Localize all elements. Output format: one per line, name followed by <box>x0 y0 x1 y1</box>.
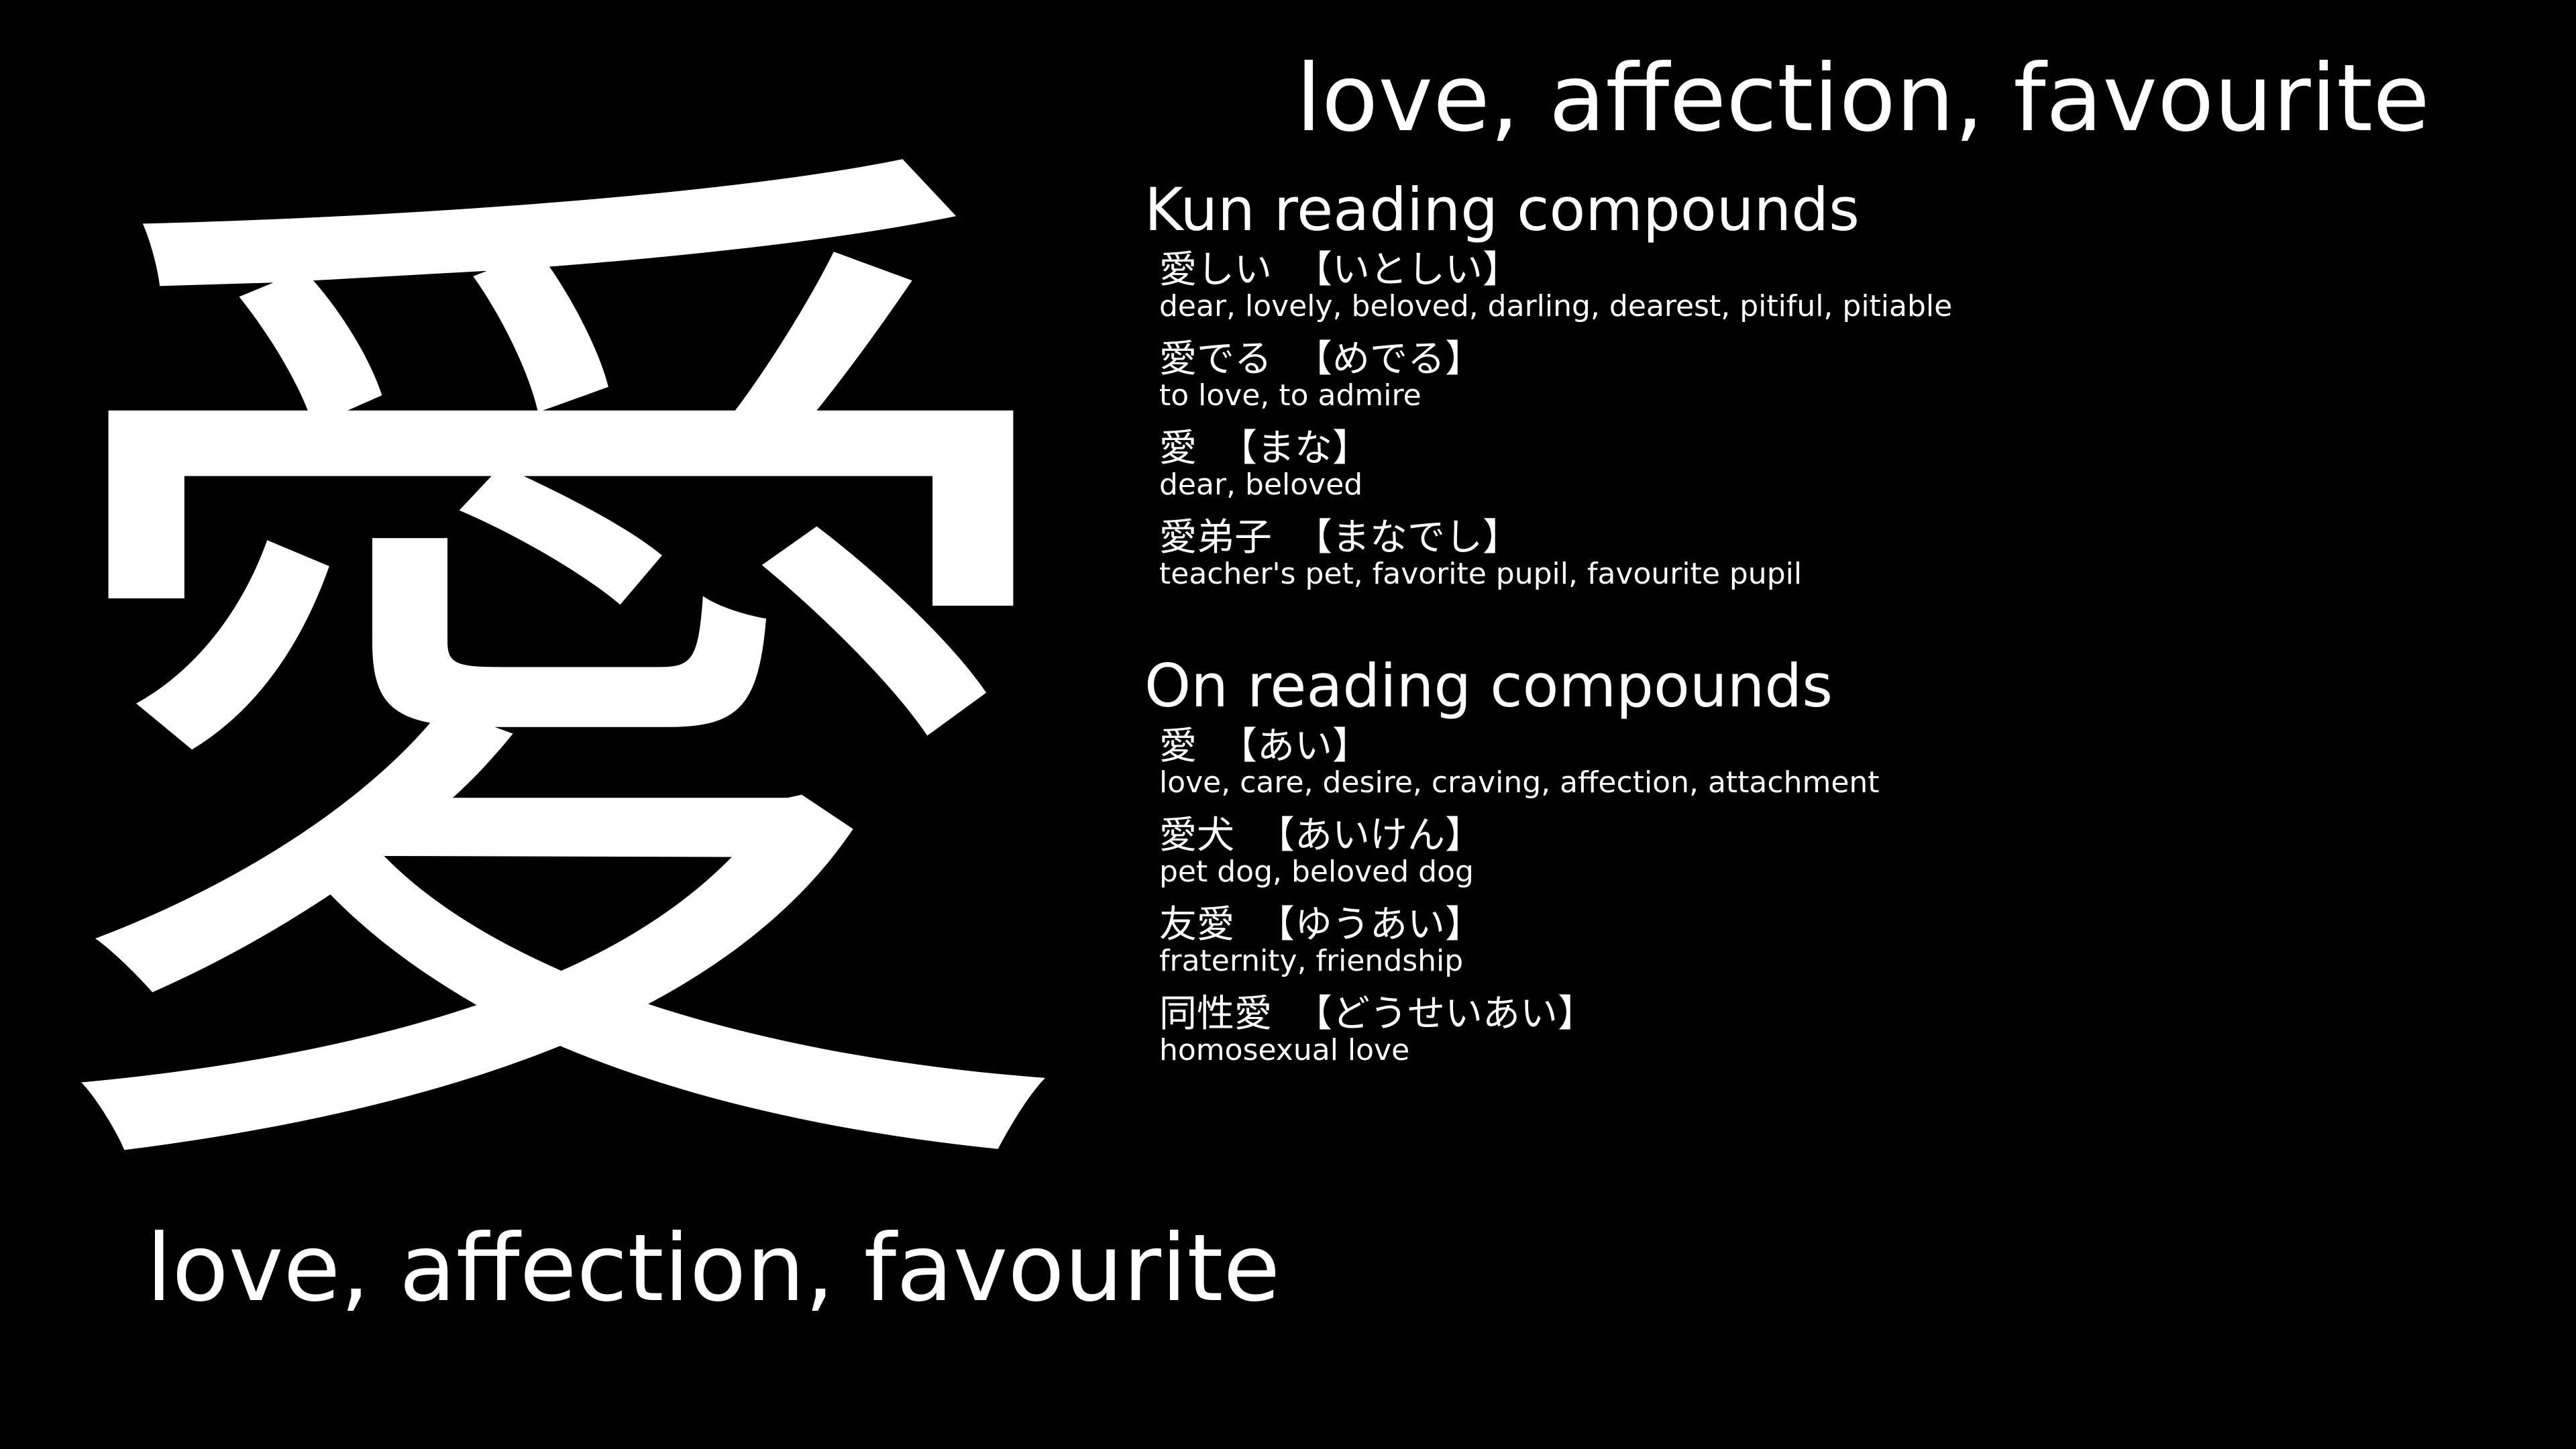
compound-reading: 【いとしい】 <box>1295 248 1520 292</box>
compound-reading: 【ゆうあい】 <box>1257 903 1483 947</box>
kanji-character: 愛 <box>23 66 1097 1316</box>
compound-word: 愛弟子 <box>1159 516 1272 560</box>
compound-word: 友愛 <box>1159 903 1234 947</box>
compound-word-line: 愛犬 【あいけん】 <box>1159 816 2486 856</box>
compound-reading: 【あいけん】 <box>1257 813 1483 857</box>
compound-word: 愛犬 <box>1159 813 1234 857</box>
compound-reading: 【まなでし】 <box>1295 516 1520 560</box>
kun-reading-section: Kun reading compounds 愛しい 【いとしい】 dear, lo… <box>1144 175 2486 608</box>
on-compound: 愛【あい】 love, care, desire, craving, affec… <box>1159 727 2486 799</box>
compound-word: 同性愛 <box>1159 992 1272 1036</box>
compound-meaning: teacher's pet, favorite pupil, favourite… <box>1159 557 1803 592</box>
compound-meaning: pet dog, beloved dog <box>1159 854 1474 889</box>
compound-word: 愛 <box>1159 724 1197 768</box>
compound-word-line: 愛【まな】 <box>1159 429 2486 469</box>
compound-meaning: homosexual love <box>1159 1033 1410 1068</box>
compound-reading: 【まな】 <box>1220 427 1370 471</box>
header-meaning: love, affection, favourite <box>1295 44 2430 152</box>
compound-word-line: 愛弟子 【まなでし】 <box>1159 516 2486 560</box>
compound-meaning: to love, to admire <box>1159 378 1421 413</box>
kun-compound: 愛でる 【めでる】 to love, to admire <box>1159 337 2486 413</box>
compound-word-line: 友愛 【ゆうあい】 <box>1159 903 2486 947</box>
compound-reading: 【どうせいあい】 <box>1295 992 1595 1036</box>
compound-meaning: fraternity, friendship <box>1159 943 1464 978</box>
compound-word: 愛でる <box>1159 337 1272 381</box>
on-compound: 愛犬 【あいけん】 pet dog, beloved dog <box>1159 816 2486 888</box>
compound-meaning: dear, lovely, beloved, darling, dearest,… <box>1159 288 1953 323</box>
kun-compound: 愛しい 【いとしい】 dear, lovely, beloved, darling… <box>1159 248 2486 323</box>
on-reading-section: On reading compounds 愛【あい】 love, care, d… <box>1144 651 2486 1085</box>
compound-word-line: 愛【あい】 <box>1159 727 2486 767</box>
compound-word-line: 愛でる 【めでる】 <box>1159 337 2486 381</box>
compound-word: 愛しい <box>1159 248 1272 292</box>
compound-meaning: love, care, desire, craving, affection, … <box>1159 765 1880 800</box>
compound-reading: 【あい】 <box>1220 724 1370 768</box>
kun-compound: 愛【まな】 dear, beloved <box>1159 429 2486 501</box>
kun-compound: 愛弟子 【まなでし】 teacher's pet, favorite pupil,… <box>1159 516 2486 592</box>
compound-word-line: 愛しい 【いとしい】 <box>1159 248 2486 292</box>
kanji-meaning: love, affection, favourite <box>146 1214 1281 1322</box>
compound-word: 愛 <box>1159 427 1197 471</box>
kun-section-title: Kun reading compounds <box>1144 175 1860 244</box>
compound-word-line: 同性愛 【どうせいあい】 <box>1159 992 2486 1036</box>
compound-reading: 【めでる】 <box>1295 337 1483 381</box>
on-compound: 友愛 【ゆうあい】 fraternity, friendship <box>1159 903 2486 978</box>
on-section-title: On reading compounds <box>1144 651 1833 720</box>
on-compound: 同性愛 【どうせいあい】 homosexual love <box>1159 992 2486 1068</box>
compound-meaning: dear, beloved <box>1159 467 1363 502</box>
